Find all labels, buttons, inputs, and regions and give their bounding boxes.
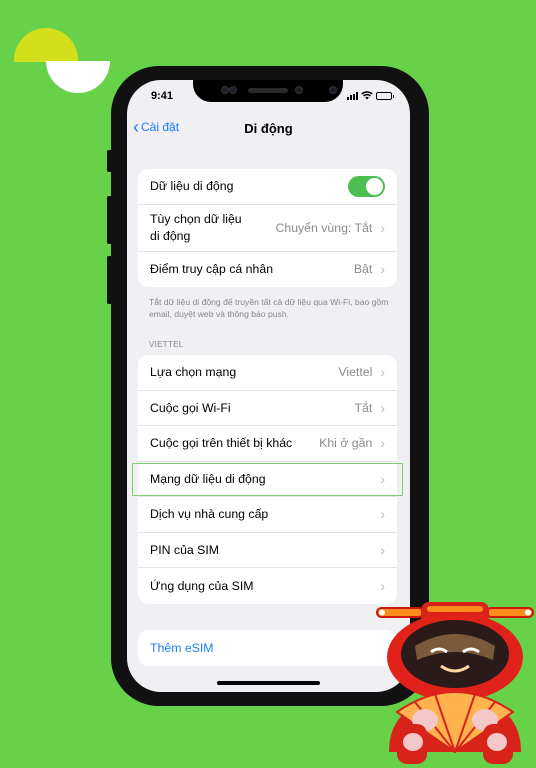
cellular-settings-group: Dữ liệu di động Tùy chọn dữ liệu di động… [138,169,397,287]
row-value: Viettel [338,365,373,380]
add-esim-label: Thêm eSIM [150,640,214,655]
sim-applications-row[interactable]: Ứng dụng của SIM › [138,568,397,604]
wifi-icon [361,91,373,100]
camera-dot [229,86,237,94]
add-esim-button[interactable]: Thêm eSIM [138,630,397,666]
hotspot-label: Điểm truy cập cá nhân [150,262,274,277]
highlight-box [132,463,403,496]
cellular-data-label: Dữ liệu di động [150,179,234,194]
sensor-dot [221,86,229,94]
chevron-right-icon: › [380,261,385,278]
chevron-right-icon: › [380,219,385,236]
god-of-wealth-mascot-illustration [376,602,534,764]
row-label: Dịch vụ nhà cung cấp [150,507,269,522]
decorative-yellow-semicircle [14,28,78,62]
carrier-section-header: VIETTEL [149,340,184,349]
esim-group: Thêm eSIM [138,630,397,666]
chevron-right-icon: › [380,364,385,381]
row-value: Khi ở gần [319,436,373,451]
phone-screen: 9:41 ‹ Cài đặt Di động Dữ liệu di động T… [127,80,410,692]
front-camera-dot [329,86,337,94]
cellular-data-footnote: Tắt dữ liệu di động để truyền tất cả dữ … [149,297,389,319]
chevron-right-icon: › [380,399,385,416]
status-time: 9:41 [151,90,174,102]
row-label: Cuộc gọi trên thiết bị khác [150,436,293,451]
page-title: Di động [244,121,293,136]
data-options-value: Chuyển vùng: Tắt [275,220,373,235]
data-options-label-line2: di động [150,228,191,243]
network-selection-row[interactable]: Lựa chọn mạng Viettel › [138,355,397,391]
home-indicator [217,681,320,685]
chevron-right-icon: › [380,577,385,594]
toggle-knob [366,177,383,195]
chevron-right-icon: › [380,435,385,452]
decorative-white-semicircle [46,61,110,93]
status-icons [347,91,394,100]
speaker-grille [248,88,288,93]
carrier-services-row[interactable]: Dịch vụ nhà cung cấp › [138,497,397,533]
cellular-data-toggle[interactable] [348,175,385,197]
chevron-right-icon: › [380,506,385,523]
hotspot-row[interactable]: Điểm truy cập cá nhân Bật › [138,252,397,288]
row-label: Ứng dụng của SIM [150,578,254,593]
data-options-label: Tùy chọn dữ liệu di động [150,211,275,245]
wifi-calling-row[interactable]: Cuộc gọi Wi-Fi Tắt › [138,391,397,426]
sensor-dot [295,86,303,94]
data-options-row[interactable]: Tùy chọn dữ liệu di động Chuyển vùng: Tắ… [138,205,397,252]
cellular-data-row: Dữ liệu di động [138,169,397,205]
data-options-label-line1: Tùy chọn dữ liệu [150,211,242,226]
calls-on-other-devices-row[interactable]: Cuộc gọi trên thiết bị khác Khi ở gần › [138,426,397,462]
row-value: Tắt [354,400,373,415]
battery-icon [376,91,394,100]
chevron-right-icon: › [380,541,385,558]
row-label: Lựa chọn mạng [150,365,237,380]
sim-pin-row[interactable]: PIN của SIM › [138,533,397,568]
row-label: Cuộc gọi Wi-Fi [150,400,231,415]
hotspot-value: Bật [353,262,373,277]
row-label: PIN của SIM [150,542,220,557]
signal-icon [347,91,358,100]
notch [193,80,343,102]
